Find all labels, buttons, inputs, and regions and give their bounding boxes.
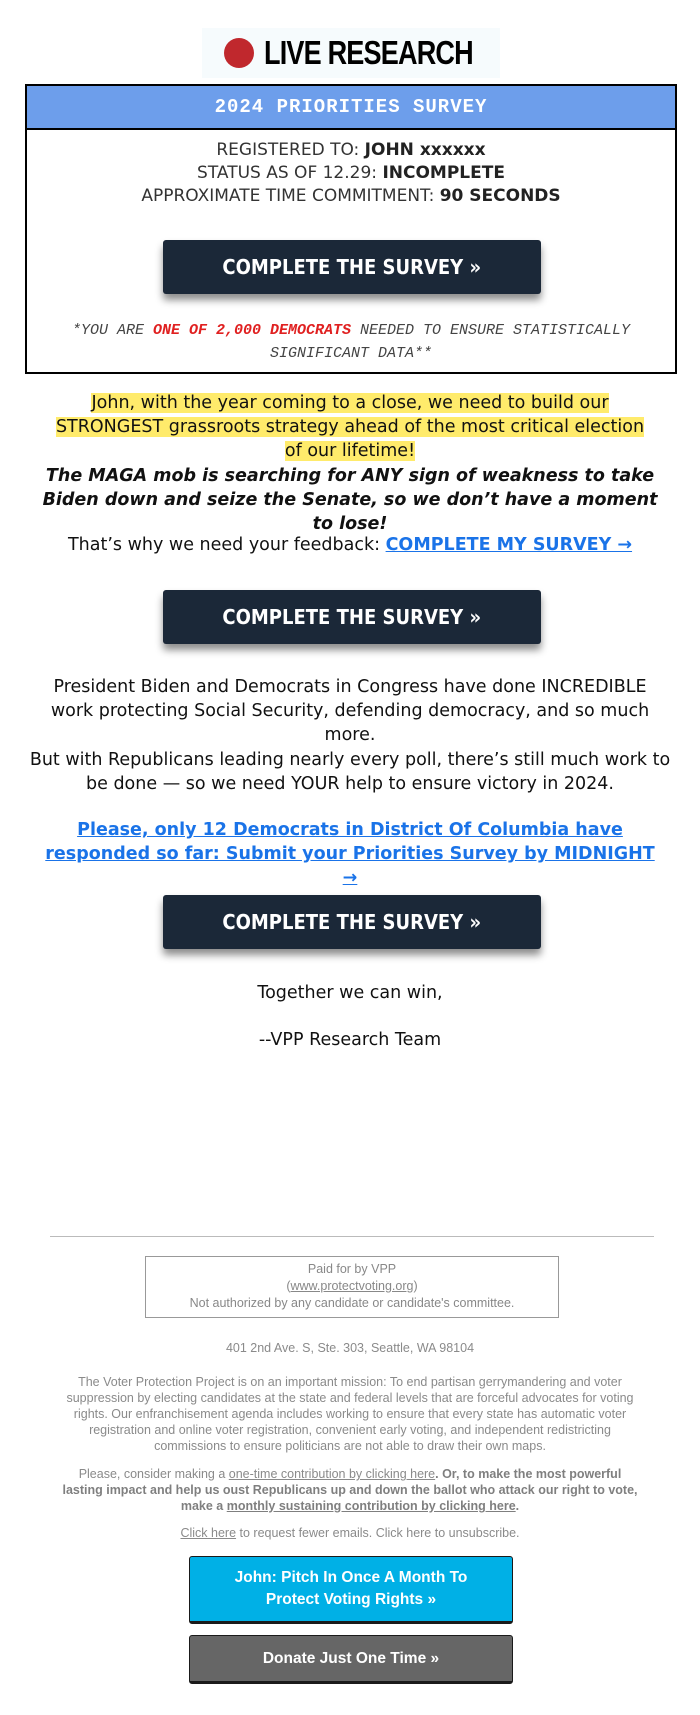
paid-for-disclaimer: Paid for by VPP (www.protectvoting.org) … bbox=[145, 1256, 559, 1318]
status-line: STATUS AS OF 12.29: INCOMPLETE bbox=[27, 162, 675, 185]
feedback-text: That’s why we need your feedback: bbox=[67, 535, 386, 555]
complete-survey-button-2[interactable]: COMPLETE THE SURVEY » bbox=[163, 590, 541, 644]
address: 401 2nd Ave. S, Ste. 303, Seattle, WA 98… bbox=[225, 1341, 475, 1355]
status-label: STATUS AS OF 12.29: bbox=[197, 163, 378, 183]
paid-for-text: Paid for by VPP bbox=[307, 1262, 397, 1276]
button-label: COMPLETE THE SURVEY » bbox=[222, 255, 482, 279]
contrib-prefix: Please, consider making a bbox=[78, 1467, 229, 1481]
paren-close: ) bbox=[413, 1279, 418, 1293]
republicans-paragraph: But with Republicans leading nearly ever… bbox=[29, 750, 671, 794]
email-preferences: Click here to request fewer emails. Clic… bbox=[50, 1525, 650, 1541]
not-authorized-text: Not authorized by any candidate or candi… bbox=[189, 1296, 515, 1310]
time-label: APPROXIMATE TIME COMMITMENT: bbox=[141, 186, 435, 206]
website-link[interactable]: www.protectvoting.org bbox=[291, 1279, 414, 1293]
registered-line: REGISTERED TO: JOHN xxxxxx bbox=[27, 139, 675, 162]
fewer-emails-link[interactable]: Click here bbox=[180, 1526, 236, 1540]
mission-statement: The Voter Protection Project is on an im… bbox=[66, 1375, 634, 1453]
signoff: Together we can win, bbox=[257, 983, 443, 1003]
status-value: INCOMPLETE bbox=[382, 163, 505, 183]
contribution-paragraph: Please, consider making a one-time contr… bbox=[60, 1466, 640, 1514]
survey-info: REGISTERED TO: JOHN xxxxxx STATUS AS OF … bbox=[27, 139, 675, 208]
complete-survey-button-3[interactable]: COMPLETE THE SURVEY » bbox=[163, 895, 541, 949]
footnote-highlight: ONE OF 2,000 DEMOCRATS bbox=[152, 322, 351, 339]
biden-paragraph: President Biden and Democrats in Congres… bbox=[50, 677, 650, 745]
button-label: COMPLETE THE SURVEY » bbox=[222, 605, 482, 629]
footer-divider bbox=[50, 1236, 654, 1237]
submit-survey-deadline-link[interactable]: Please, only 12 Democrats in District Of… bbox=[45, 820, 654, 888]
website-line: (www.protectvoting.org) bbox=[146, 1278, 558, 1295]
complete-survey-button-1[interactable]: COMPLETE THE SURVEY » bbox=[163, 240, 541, 294]
intro-highlighted-text: John, with the year coming to a close, w… bbox=[55, 393, 645, 461]
live-research-logo: LIVE RESEARCH bbox=[202, 28, 500, 78]
complete-my-survey-link[interactable]: COMPLETE MY SURVEY → bbox=[386, 535, 632, 555]
time-value: 90 SECONDS bbox=[439, 186, 561, 206]
registered-label: REGISTERED TO: bbox=[216, 140, 360, 160]
monthly-donate-button[interactable]: John: Pitch In Once A Month To Protect V… bbox=[189, 1556, 513, 1624]
footnote-prefix: *YOU ARE bbox=[71, 322, 153, 339]
logo-text: LIVE RESEARCH bbox=[263, 34, 474, 71]
deadline-paragraph: Please, only 12 Democrats in District Of… bbox=[35, 818, 665, 890]
survey-title: 2024 PRIORITIES SURVEY bbox=[214, 96, 488, 118]
survey-header: 2024 PRIORITIES SURVEY bbox=[27, 86, 675, 130]
registered-value: JOHN xxxxxx bbox=[364, 140, 486, 160]
one-time-donate-button[interactable]: Donate Just One Time » bbox=[189, 1635, 513, 1684]
intro-paragraph: John, with the year coming to a close, w… bbox=[55, 391, 645, 463]
button-label: COMPLETE THE SURVEY » bbox=[222, 910, 482, 934]
feedback-paragraph: That’s why we need your feedback: COMPLE… bbox=[20, 533, 680, 557]
time-line: APPROXIMATE TIME COMMITMENT: 90 SECONDS bbox=[27, 185, 675, 208]
unsubscribe-text: to request fewer emails. Click here to u… bbox=[236, 1526, 520, 1540]
signature: --VPP Research Team bbox=[258, 1030, 442, 1050]
survey-footnote: *YOU ARE ONE OF 2,000 DEMOCRATS NEEDED T… bbox=[25, 319, 677, 365]
contrib-end: . bbox=[515, 1499, 520, 1513]
monthly-contribution-link[interactable]: monthly sustaining contribution by click… bbox=[227, 1499, 516, 1513]
one-time-contribution-link[interactable]: one-time contribution by clicking here bbox=[229, 1467, 435, 1481]
maga-warning-paragraph: The MAGA mob is searching for ANY sign o… bbox=[42, 466, 658, 534]
record-dot-icon bbox=[223, 38, 254, 68]
